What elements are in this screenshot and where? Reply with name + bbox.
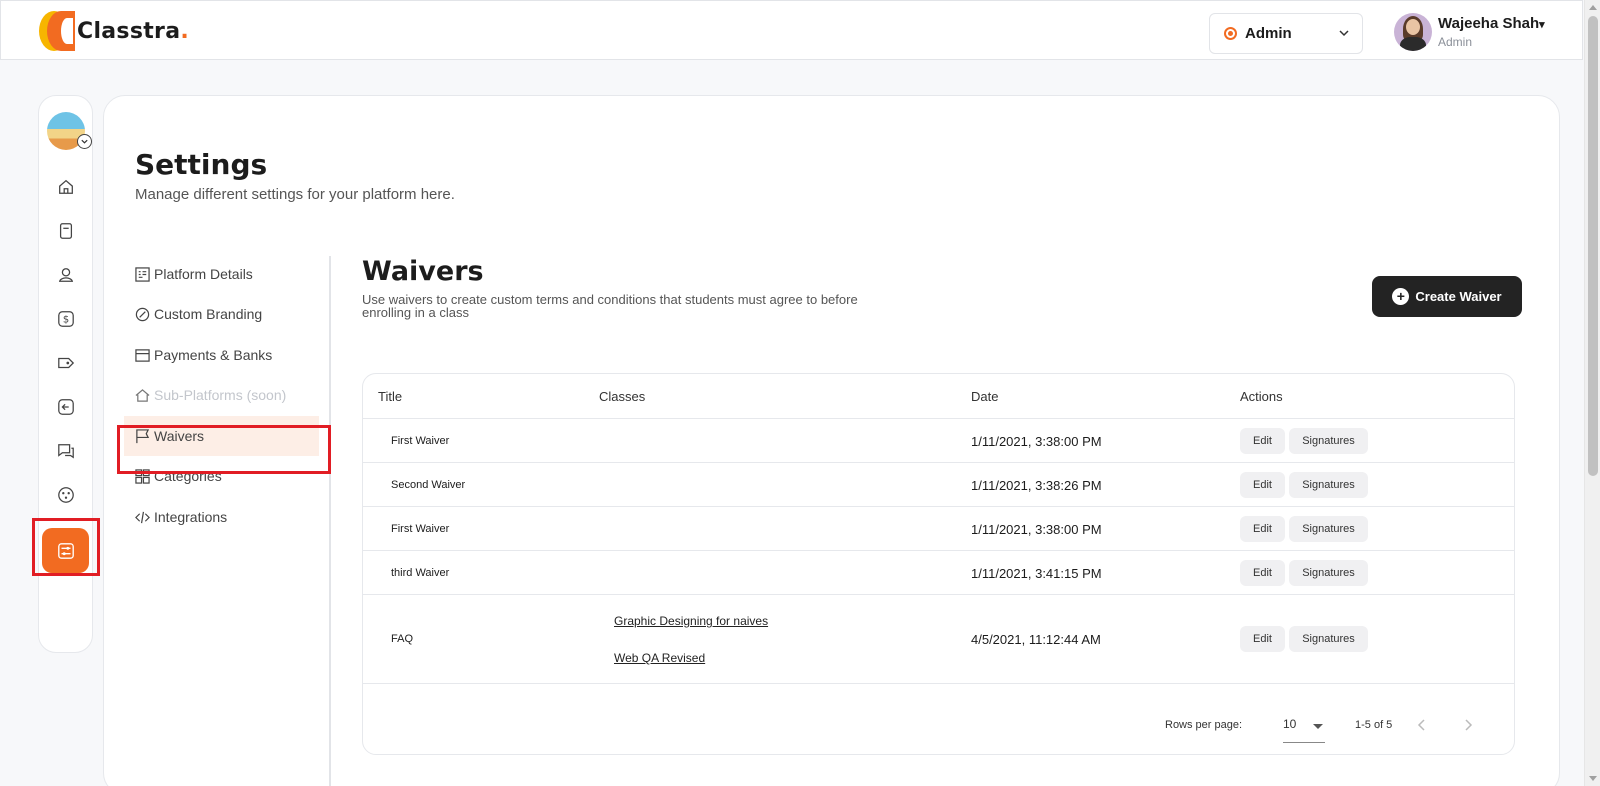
create-waiver-button[interactable]: + Create Waiver <box>1372 276 1522 317</box>
card-icon <box>134 347 150 363</box>
column-header-date: Date <box>971 389 999 404</box>
waivers-table: Title Classes Date Actions First Waiver … <box>362 373 1515 755</box>
dollar-icon[interactable]: $ <box>55 308 77 330</box>
page-title: Settings <box>135 148 268 181</box>
edit-button[interactable]: Edit <box>1240 560 1285 586</box>
edit-button[interactable]: Edit <box>1240 428 1285 454</box>
scroll-down-arrow-icon[interactable] <box>1589 776 1597 781</box>
chevron-down-icon <box>1339 30 1349 37</box>
highlight-box-waivers <box>117 425 331 474</box>
chevron-down-icon[interactable] <box>77 134 92 149</box>
branding-icon <box>134 306 150 322</box>
highlight-box-rail <box>32 518 100 576</box>
nav-item-integrations[interactable]: Integrations <box>124 497 319 537</box>
code-icon <box>134 509 150 525</box>
table-pagination: Rows per page: 10 1-5 of 5 <box>363 689 1514 754</box>
row-date: 1/11/2021, 3:41:15 PM <box>971 566 1102 581</box>
row-date: 1/11/2021, 3:38:00 PM <box>971 522 1102 537</box>
row-title: third Waiver <box>391 567 450 579</box>
top-bar: Classtra. Admin Wajeeha Shah▾ Admin <box>0 0 1583 60</box>
table-row: third Waiver 1/11/2021, 3:41:15 PM Edit … <box>363 551 1514 595</box>
row-date: 4/5/2021, 11:12:44 AM <box>971 632 1101 647</box>
table-row: FAQ Graphic Designing for naives Web QA … <box>363 595 1514 684</box>
class-link[interactable]: Web QA Revised <box>614 651 705 665</box>
row-title: First Waiver <box>391 435 450 447</box>
column-header-classes: Classes <box>599 389 646 404</box>
row-title: Second Waiver <box>391 479 466 491</box>
scroll-thumb[interactable] <box>1588 16 1598 476</box>
user-role: Admin <box>1438 35 1473 49</box>
nav-item-platform-details[interactable]: Platform Details <box>124 254 319 294</box>
nav-divider <box>329 256 331 786</box>
signatures-button[interactable]: Signatures <box>1289 516 1368 542</box>
signatures-button[interactable]: Signatures <box>1289 560 1368 586</box>
logo-text: Classtra. <box>77 18 190 44</box>
caret-down-icon <box>1313 724 1323 729</box>
rows-per-page-label: Rows per page: <box>1165 719 1243 731</box>
waivers-title: Waivers <box>362 256 484 287</box>
edit-button[interactable]: Edit <box>1240 626 1285 652</box>
nav-item-custom-branding[interactable]: Custom Branding <box>124 294 319 334</box>
class-link[interactable]: Graphic Designing for naives <box>614 614 768 628</box>
user-menu[interactable]: Wajeeha Shah▾ Admin <box>1394 13 1545 51</box>
nav-item-sub-platforms: Sub-Platforms (soon) <box>124 375 319 415</box>
table-row: First Waiver 1/11/2021, 3:38:00 PM Edit … <box>363 419 1514 463</box>
signatures-button[interactable]: Signatures <box>1289 472 1368 498</box>
column-header-actions: Actions <box>1240 389 1283 404</box>
role-select[interactable]: Admin <box>1209 13 1363 54</box>
chat-icon[interactable] <box>55 440 77 462</box>
table-row: Second Waiver 1/11/2021, 3:38:26 PM Edit… <box>363 463 1514 507</box>
tag-icon[interactable] <box>55 352 77 374</box>
column-header-title: Title <box>378 389 403 404</box>
waivers-description: Use waivers to create custom terms and c… <box>362 292 858 320</box>
caret-down-icon: ▾ <box>1539 19 1545 31</box>
logout-icon[interactable] <box>55 396 77 418</box>
scroll-up-arrow-icon[interactable] <box>1589 5 1597 10</box>
users-icon[interactable] <box>55 264 77 286</box>
home-icon[interactable] <box>55 176 77 198</box>
signatures-button[interactable]: Signatures <box>1289 428 1368 454</box>
pagination-range: 1-5 of 5 <box>1355 719 1393 731</box>
rows-per-page-select[interactable]: 10 <box>1283 717 1325 743</box>
edit-button[interactable]: Edit <box>1240 516 1285 542</box>
nav-item-payments-banks[interactable]: Payments & Banks <box>124 335 319 375</box>
row-title: FAQ <box>391 633 414 645</box>
user-avatar <box>1394 13 1432 51</box>
plus-circle-icon: + <box>1392 288 1410 305</box>
row-date: 1/11/2021, 3:38:00 PM <box>971 434 1102 449</box>
row-title: First Waiver <box>391 523 450 535</box>
svg-text:$: $ <box>63 315 69 326</box>
user-name: Wajeeha Shah▾ <box>1438 15 1545 32</box>
house-icon <box>134 387 150 403</box>
table-header: Title Classes Date Actions <box>363 374 1514 419</box>
logo-mark-icon <box>39 9 75 53</box>
next-page-icon[interactable] <box>1460 717 1476 733</box>
edit-button[interactable]: Edit <box>1240 472 1285 498</box>
classtra-logo[interactable]: Classtra. <box>39 9 189 53</box>
row-date: 1/11/2021, 3:38:26 PM <box>971 478 1102 493</box>
page-subtitle: Manage different settings for your platf… <box>135 186 455 203</box>
role-radio-icon <box>1224 27 1237 40</box>
page-scrollbar[interactable] <box>1584 0 1600 786</box>
palette-icon[interactable] <box>55 484 77 506</box>
platform-icon <box>134 266 150 282</box>
role-select-value: Admin <box>1245 25 1292 42</box>
book-icon[interactable] <box>55 220 77 242</box>
table-row: First Waiver 1/11/2021, 3:38:00 PM Edit … <box>363 507 1514 551</box>
previous-page-icon[interactable] <box>1414 717 1430 733</box>
signatures-button[interactable]: Signatures <box>1289 626 1368 652</box>
